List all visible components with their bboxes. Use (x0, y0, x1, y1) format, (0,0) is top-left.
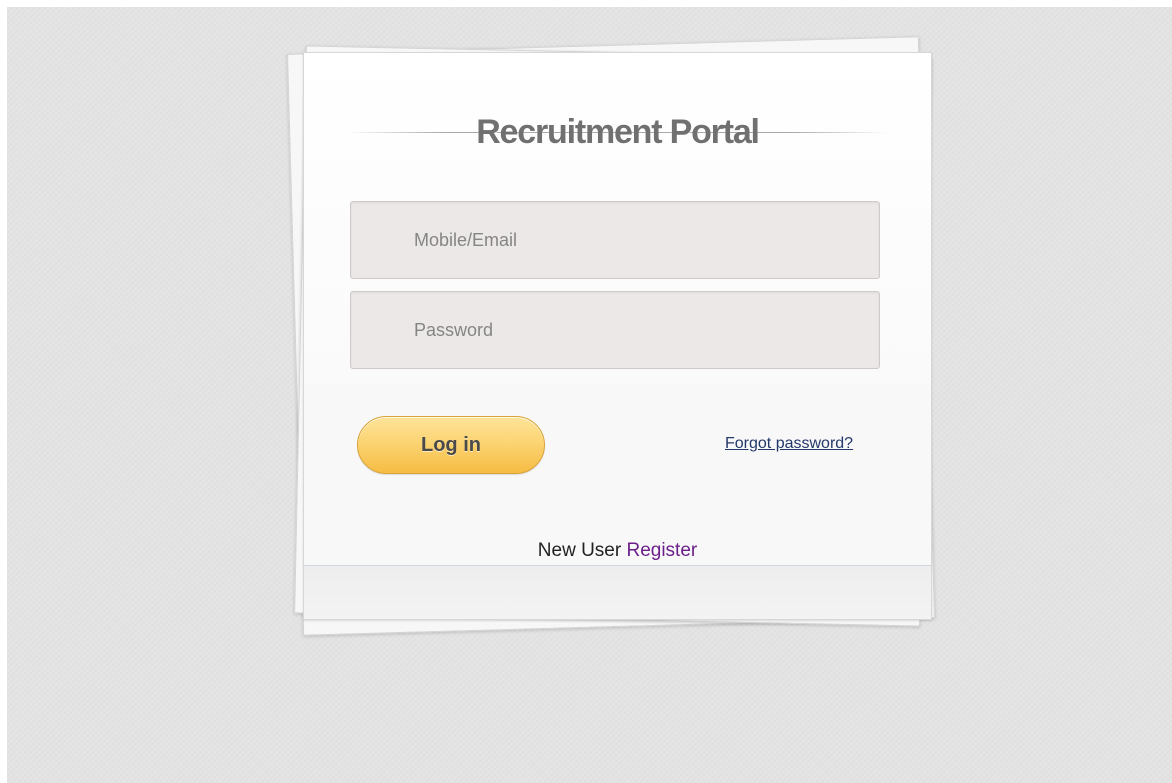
password-input[interactable] (351, 292, 879, 368)
password-field[interactable] (350, 291, 880, 369)
page-title: Recruitment Portal (476, 113, 760, 151)
register-prompt: New User Register (304, 540, 931, 562)
forgot-password-link[interactable]: Forgot password? (725, 435, 853, 453)
login-card-footer (304, 565, 931, 619)
login-button[interactable]: Log in (357, 416, 545, 474)
login-card: Recruitment Portal Log in Forgot passwor… (303, 52, 932, 620)
register-link[interactable]: Register (626, 540, 697, 561)
email-field[interactable] (350, 201, 880, 279)
new-user-label: New User (537, 540, 622, 561)
email-input[interactable] (351, 202, 879, 278)
